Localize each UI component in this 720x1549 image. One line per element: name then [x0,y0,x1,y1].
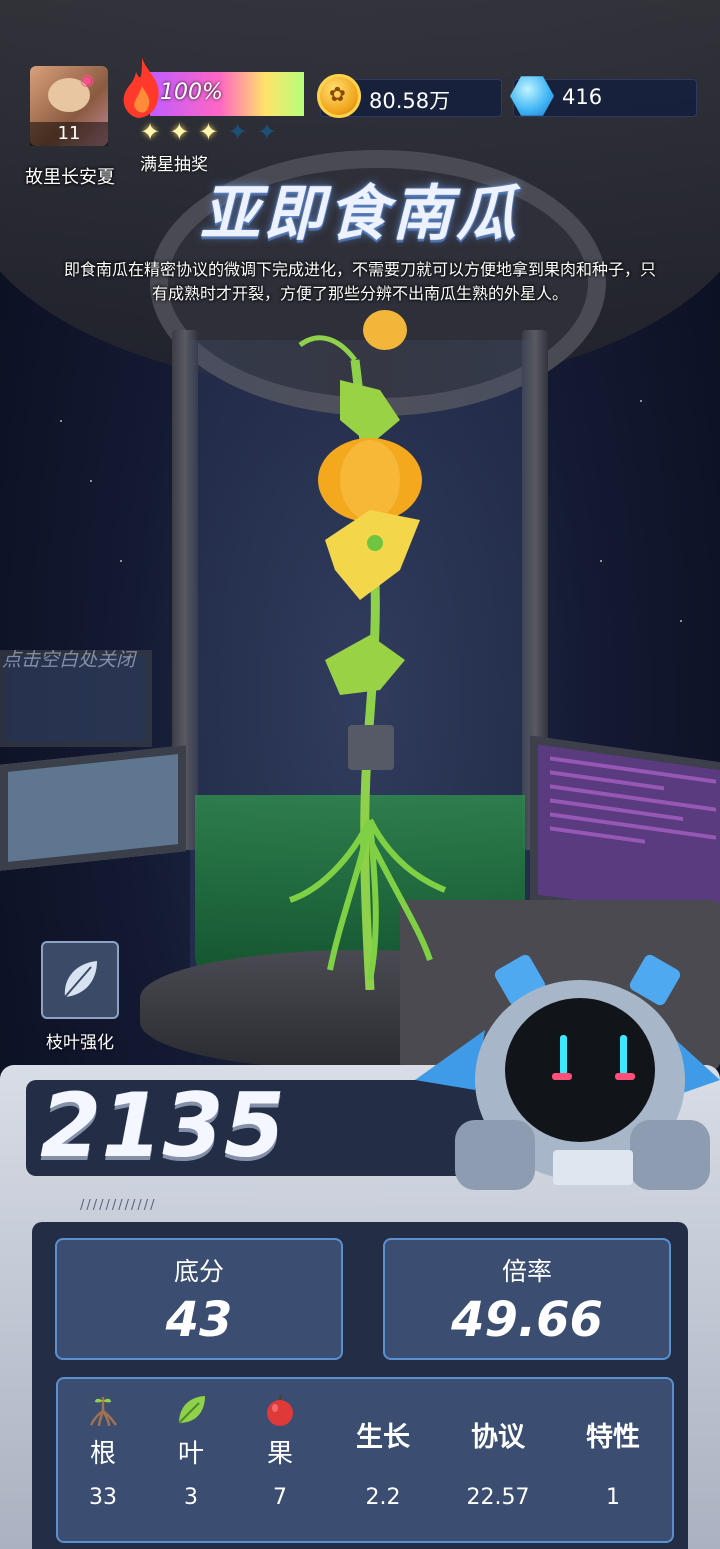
base-score-label: 底分 [173,1257,224,1286]
star-rating: ✦ ✦ ✦ ✦ ✦ [140,118,281,146]
total-score: 2135 [40,1074,285,1177]
flame-icon [123,58,159,118]
stat-label: 特性 [586,1422,640,1453]
stat-label: 果 [266,1439,293,1469]
stat-label: 叶 [177,1439,204,1469]
leaf-lower [325,635,405,695]
stem-clamp [348,725,394,770]
gem-amount: 416 [562,85,603,109]
stat-value: 2.2 [365,1485,401,1510]
leaf-upgrade-label: 枝叶强化 [46,1033,114,1053]
pumpkin-plant [288,310,447,990]
base-score-value: 43 [165,1292,233,1348]
stat-value: 22.57 [466,1485,530,1510]
root-icon [89,1397,118,1427]
apple-icon [267,1394,293,1426]
stat-value: 33 [89,1485,117,1510]
close-hint: 点击空白处关闭 [2,649,136,671]
plant-title: 亚即食南瓜 [200,179,520,249]
wifi-icon: ◉ [80,70,94,89]
pumpkin-bud [363,310,407,350]
pumpkin-flower [325,510,420,600]
left-monitor [0,745,186,871]
star-icon: ✦ [169,118,190,146]
coin-counter[interactable]: 80.58万 [317,74,502,118]
stats-table: 根 33 叶 3 果 7 生长 2.2 协议 22.57 特性 1 [56,1377,674,1543]
energy-percent: 100% [160,80,223,105]
player-level: 11 [30,122,108,146]
leaf-upgrade-button[interactable] [41,941,119,1019]
stat-label: 根 [89,1439,116,1469]
star-icon: ✦ [227,118,248,146]
panel-stripe: //////////// [80,1198,157,1213]
stat-value: 7 [273,1485,287,1510]
base-score-card: 底分 43 [55,1238,343,1360]
multiplier-card: 倍率 49.66 [383,1238,671,1360]
player-avatar[interactable]: ◉ 11 [30,66,108,146]
multiplier-value: 49.66 [451,1292,603,1348]
leaf-upper [340,380,400,445]
blue-gem-icon [510,76,554,116]
plant-description: 即食南瓜在精密协议的微调下完成进化，不需要刀就可以方便地拿到果肉和种子，只有成熟… [63,260,656,303]
stat-value: 1 [606,1485,620,1510]
stat-label: 生长 [356,1422,410,1453]
leaf-icon [64,961,97,998]
stat-label: 协议 [471,1422,525,1453]
robot-mascot [415,954,720,1190]
star-icon: ✦ [198,118,219,146]
stat-value: 3 [184,1485,198,1510]
star-icon: ✦ [256,118,277,146]
gem-counter[interactable]: 416 [510,76,697,117]
star-icon: ✦ [140,118,161,146]
gold-coin-icon [317,74,361,118]
coin-amount: 80.58万 [369,89,451,113]
leaf-icon [178,1396,205,1424]
multiplier-label: 倍率 [501,1257,552,1286]
